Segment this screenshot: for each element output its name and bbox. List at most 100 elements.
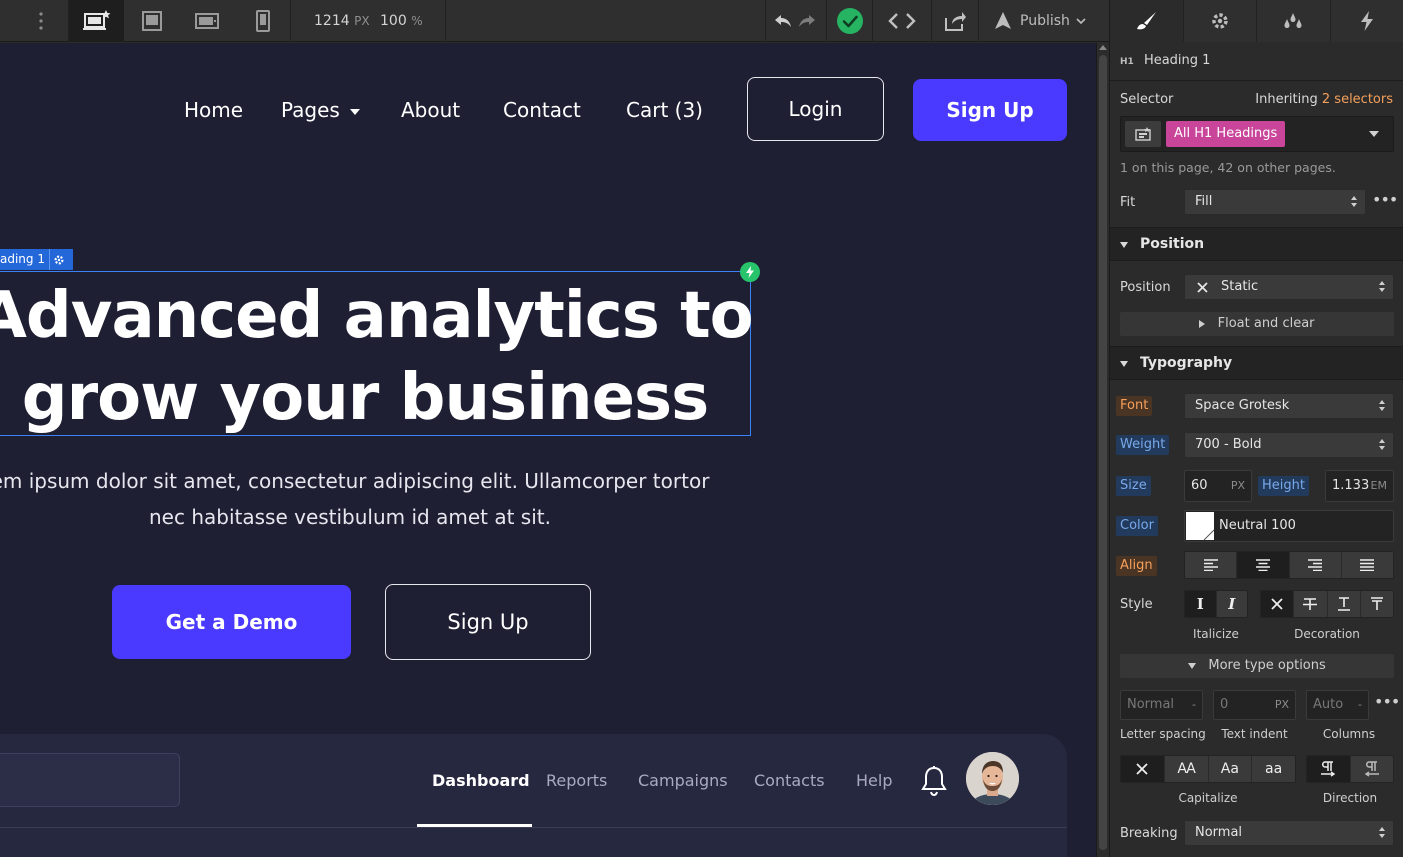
text-indent-input[interactable]: 0 PX xyxy=(1213,690,1296,720)
nav-home[interactable]: Home xyxy=(184,98,243,122)
selected-element-tag[interactable]: ading 1 xyxy=(0,249,73,270)
selected-element-name: ading 1 xyxy=(0,252,45,266)
size-input[interactable]: 60 PX xyxy=(1184,470,1252,502)
style-brush-icon[interactable] xyxy=(1110,0,1184,42)
element-settings-gear-icon[interactable] xyxy=(48,249,69,270)
position-label: Position xyxy=(1120,280,1171,295)
regular-style-icon[interactable]: I xyxy=(1185,591,1217,617)
dash-tab-reports[interactable]: Reports xyxy=(546,771,607,790)
bell-icon[interactable] xyxy=(920,765,948,801)
canvas-scrollbar[interactable] xyxy=(1096,43,1109,857)
align-left-icon[interactable] xyxy=(1185,552,1238,578)
direction-rtl-icon[interactable] xyxy=(1350,756,1393,782)
strikethrough-icon[interactable] xyxy=(1294,591,1328,617)
design-canvas[interactable]: Home Pages About Contact Cart (3) Login … xyxy=(0,43,1096,857)
dash-tab-dashboard[interactable]: Dashboard xyxy=(432,771,530,790)
hero-paragraph[interactable]: em ipsum dolor sit amet, consectetur adi… xyxy=(0,463,760,535)
lowercase-option[interactable]: aa xyxy=(1252,756,1295,782)
interactions-bolt-icon[interactable] xyxy=(1330,0,1403,42)
nav-pages-label: Pages xyxy=(281,98,340,122)
fit-label: Fit xyxy=(1120,195,1136,210)
zoom-unit: % xyxy=(411,14,423,28)
uppercase-option[interactable]: AA xyxy=(1164,756,1209,782)
columns-unit[interactable]: - xyxy=(1358,691,1362,719)
letter-spacing-unit[interactable]: - xyxy=(1192,691,1196,719)
nav-cart[interactable]: Cart (3) xyxy=(626,98,703,122)
line-height-unit[interactable]: EM xyxy=(1371,471,1387,501)
fit-more-options-icon[interactable]: ••• xyxy=(1372,190,1398,209)
direction-caption: Direction xyxy=(1322,791,1378,805)
more-vertical-icon[interactable] xyxy=(26,0,56,42)
text-indent-unit[interactable]: PX xyxy=(1275,691,1289,719)
line-height-input[interactable]: 1.133 EM xyxy=(1325,470,1394,502)
scroll-up-arrow-icon[interactable] xyxy=(1099,45,1107,50)
dash-tab-contacts[interactable]: Contacts xyxy=(754,771,825,790)
rocket-icon[interactable] xyxy=(990,0,1016,42)
letter-spacing-input[interactable]: Normal - xyxy=(1120,690,1203,720)
canvas-width-readout[interactable]: 1214 PX xyxy=(314,0,370,42)
tablet-landscape-icon[interactable] xyxy=(179,0,235,42)
redo-icon[interactable] xyxy=(796,0,818,42)
desktop-star-breakpoint-icon[interactable] xyxy=(69,0,124,42)
dash-tab-campaigns[interactable]: Campaigns xyxy=(638,771,728,790)
overline-icon[interactable] xyxy=(1360,591,1393,617)
position-section-header[interactable]: Position xyxy=(1110,227,1403,261)
mobile-portrait-icon[interactable] xyxy=(235,0,290,42)
selector-field[interactable]: All H1 Headings xyxy=(1120,116,1394,152)
zoom-readout[interactable]: 100 % xyxy=(380,0,423,42)
fit-select[interactable]: Fill xyxy=(1184,189,1366,215)
saved-check-icon[interactable] xyxy=(827,0,872,42)
nav-pages[interactable]: Pages xyxy=(281,98,361,122)
element-heading-row: H1 Heading 1 xyxy=(1120,53,1210,68)
columns-more-options-icon[interactable]: ••• xyxy=(1374,692,1400,711)
more-type-options-toggle[interactable]: More type options xyxy=(1120,654,1394,678)
color-swatch[interactable] xyxy=(1186,512,1214,540)
align-right-icon[interactable] xyxy=(1289,552,1342,578)
publish-button[interactable]: Publish xyxy=(1020,0,1100,42)
typography-section-header[interactable]: Typography xyxy=(1110,346,1403,380)
signup-button[interactable]: Sign Up xyxy=(913,79,1067,141)
position-select[interactable]: Static xyxy=(1184,274,1394,300)
export-share-icon[interactable] xyxy=(932,0,978,42)
size-unit[interactable]: PX xyxy=(1231,471,1245,501)
style-manager-drops-icon[interactable] xyxy=(1257,0,1331,42)
panel-tabs xyxy=(1110,0,1403,42)
dash-tab-help[interactable]: Help xyxy=(856,771,892,790)
inheriting-info[interactable]: Inheriting 2 selectors xyxy=(1255,92,1393,107)
undo-icon[interactable] xyxy=(772,0,794,42)
capitalize-option[interactable]: Aa xyxy=(1208,756,1253,782)
selector-tag-icon[interactable] xyxy=(1125,121,1161,147)
decoration-none-icon[interactable] xyxy=(1261,591,1295,617)
settings-gear-icon[interactable] xyxy=(1183,0,1257,42)
hero-heading[interactable]: Advanced analytics to grow your business xyxy=(0,275,760,439)
scrollbar-thumb[interactable] xyxy=(1099,55,1107,850)
weight-select[interactable]: 700 - Bold xyxy=(1184,432,1394,458)
selector-chip[interactable]: All H1 Headings xyxy=(1166,121,1286,147)
hero-signup-label: Sign Up xyxy=(447,610,529,634)
breaking-select[interactable]: Normal xyxy=(1184,820,1394,846)
capitalize-none-icon[interactable] xyxy=(1121,756,1165,782)
caret-right-icon xyxy=(1199,319,1206,328)
inheriting-count-link[interactable]: 2 selectors xyxy=(1322,92,1393,107)
decoration-group xyxy=(1260,590,1394,618)
align-justify-icon[interactable] xyxy=(1341,552,1393,578)
code-icon[interactable] xyxy=(873,0,931,42)
get-demo-button[interactable]: Get a Demo xyxy=(112,585,351,659)
nav-contact[interactable]: Contact xyxy=(503,98,581,122)
nav-about[interactable]: About xyxy=(401,98,460,122)
italic-style-icon[interactable]: I xyxy=(1216,591,1247,617)
columns-caption: Columns xyxy=(1322,727,1376,741)
inheriting-label: Inheriting xyxy=(1255,92,1318,107)
dashboard-search-input[interactable] xyxy=(0,753,180,807)
user-avatar[interactable] xyxy=(966,752,1019,805)
underline-icon[interactable] xyxy=(1327,591,1361,617)
desktop-breakpoint-icon[interactable] xyxy=(124,0,179,42)
font-select[interactable]: Space Grotesk xyxy=(1184,393,1394,419)
columns-input[interactable]: Auto - xyxy=(1306,690,1369,720)
login-button[interactable]: Login xyxy=(747,77,884,141)
direction-ltr-icon[interactable] xyxy=(1307,756,1351,782)
hero-signup-button[interactable]: Sign Up xyxy=(385,584,591,660)
color-picker-field[interactable]: Neutral 100 xyxy=(1184,510,1394,542)
align-center-icon[interactable] xyxy=(1237,552,1290,578)
float-clear-toggle[interactable]: Float and clear xyxy=(1120,312,1394,336)
